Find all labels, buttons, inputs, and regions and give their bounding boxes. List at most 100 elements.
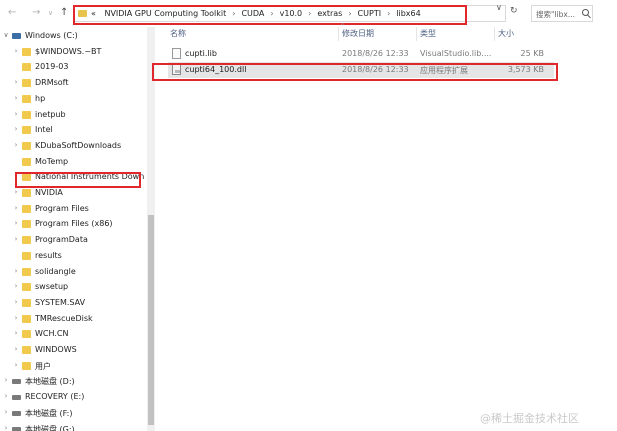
column-header-size[interactable]: 大小	[498, 28, 514, 42]
nav-item[interactable]: › DRMsoft	[0, 76, 146, 91]
nav-item[interactable]: › inetpub	[0, 108, 146, 123]
search-input[interactable]: 搜索"libx...	[531, 5, 593, 22]
column-divider[interactable]	[494, 27, 495, 41]
forward-button[interactable]: →	[32, 8, 40, 18]
chevron-right-icon[interactable]: ›	[12, 141, 20, 149]
breadcrumb-separator[interactable]: ›	[232, 9, 235, 18]
nav-item-label: TMRescueDisk	[35, 313, 93, 323]
chevron-right-icon[interactable]: ›	[12, 345, 20, 353]
nav-item[interactable]: › 本地磁盘 (G:)	[0, 422, 146, 431]
chevron-right-icon[interactable]: ›	[12, 110, 20, 118]
chevron-down-icon[interactable]: ∨	[2, 31, 10, 39]
column-header-type[interactable]: 类型	[420, 28, 436, 42]
refresh-icon[interactable]: ↻	[510, 7, 518, 16]
nav-item[interactable]: › NVIDIA	[0, 186, 146, 201]
nav-item[interactable]: › hp	[0, 92, 146, 107]
folder-icon	[22, 251, 31, 260]
nav-item[interactable]: MoTemp	[0, 155, 146, 170]
folder-icon	[22, 346, 31, 354]
drive-icon	[12, 379, 21, 385]
nav-item[interactable]: › 本地磁盘 (D:)	[0, 374, 146, 389]
chevron-right-icon[interactable]: ›	[2, 408, 10, 416]
nav-item[interactable]: › 用户	[0, 359, 146, 374]
chevron-right-icon[interactable]: ›	[12, 235, 20, 243]
chevron-right-icon[interactable]: ›	[12, 219, 20, 227]
chevron-right-icon[interactable]: ›	[12, 172, 20, 180]
nav-item-label: inetpub	[35, 109, 66, 119]
chevron-right-icon[interactable]: ›	[12, 267, 20, 275]
nav-item-label: ProgramData	[35, 235, 88, 245]
breadcrumb-cuda[interactable]: CUDA	[241, 9, 264, 18]
navigation-pane: ∨ Windows (C:) › $WINDOWS.~BT 2019-03 › DRMsof…	[0, 27, 155, 431]
chevron-right-icon[interactable]: ›	[12, 188, 20, 196]
breadcrumb-v10[interactable]: v10.0	[280, 9, 303, 18]
nav-item[interactable]: › solidangle	[0, 265, 146, 280]
chevron-right-icon[interactable]: ›	[2, 376, 10, 384]
chevron-right-icon[interactable]: ›	[12, 361, 20, 369]
breadcrumb-separator[interactable]: ›	[387, 9, 390, 18]
nav-item[interactable]: › Intel	[0, 123, 146, 138]
nav-item-label: 本地磁盘 (G:)	[25, 424, 75, 431]
chevron-right-icon[interactable]: ›	[12, 282, 20, 290]
chevron-right-icon[interactable]: ›	[12, 298, 20, 306]
column-header-name[interactable]: 名称	[170, 28, 186, 42]
breadcrumb-separator[interactable]: ›	[308, 9, 311, 18]
column-divider[interactable]	[338, 27, 339, 41]
nav-item-label: SYSTEM.SAV	[35, 297, 86, 307]
nav-item[interactable]: › WCH.CN	[0, 327, 146, 342]
nav-scrollbar-thumb[interactable]	[148, 215, 154, 425]
breadcrumb-separator[interactable]: ›	[348, 9, 351, 18]
drive-icon	[12, 410, 21, 416]
nav-item[interactable]: › Program Files (x86)	[0, 217, 146, 232]
breadcrumb-root[interactable]: «	[91, 9, 96, 18]
nav-item[interactable]: › RECOVERY (E:)	[0, 390, 146, 405]
recent-locations-button[interactable]: ∨	[48, 8, 53, 18]
nav-item[interactable]: ∨ Windows (C:)	[0, 29, 146, 44]
breadcrumb-separator[interactable]: ›	[270, 9, 273, 18]
nav-item-label: swsetup	[35, 282, 69, 292]
nav-item[interactable]: › WINDOWS	[0, 343, 146, 358]
chevron-right-icon[interactable]: ›	[12, 125, 20, 133]
nav-item[interactable]: › TMRescueDisk	[0, 312, 146, 327]
chevron-right-icon[interactable]: ›	[12, 78, 20, 86]
nav-item[interactable]: › KDubaSoftDownloads	[0, 139, 146, 154]
file-size: 3,573 KB	[507, 65, 544, 74]
file-row-cupti-lib[interactable]: cupti.lib 2018/8/26 12:33 VisualStudio.l…	[168, 46, 554, 62]
nav-item-label: WINDOWS	[35, 345, 77, 354]
nav-item[interactable]: › SYSTEM.SAV	[0, 296, 146, 311]
nav-item[interactable]: › 本地磁盘 (F:)	[0, 406, 146, 421]
breadcrumb-extras[interactable]: extras	[317, 9, 342, 18]
chevron-right-icon[interactable]: ›	[2, 424, 10, 431]
breadcrumb-nvidia-gpu-computing-toolkit[interactable]: NVIDIA GPU Computing Toolkit	[104, 9, 226, 18]
chevron-right-icon[interactable]: ›	[12, 94, 20, 102]
nav-item[interactable]: › National Instruments Down	[0, 170, 146, 185]
chevron-right-icon[interactable]: ›	[12, 204, 20, 212]
folder-icon	[22, 361, 31, 370]
nav-item[interactable]: › swsetup	[0, 280, 146, 295]
nav-item-label: National Instruments Down	[35, 172, 145, 182]
file-row-cupti64-dll[interactable]: cupti64_100.dll 2018/8/26 12:33 应用程序扩展 3…	[168, 62, 554, 78]
file-type: 应用程序扩展	[420, 66, 468, 75]
chevron-right-icon[interactable]: ›	[12, 47, 20, 55]
nav-item[interactable]: › $WINDOWS.~BT	[0, 45, 146, 60]
search-icon[interactable]	[582, 9, 589, 16]
breadcrumb-libx64[interactable]: libx64	[396, 9, 420, 18]
back-button[interactable]: ←	[8, 8, 16, 18]
address-bar[interactable]: « NVIDIA GPU Computing Toolkit › CUDA › v10.…	[73, 5, 506, 22]
folder-icon	[22, 204, 31, 213]
chevron-right-icon[interactable]: ›	[12, 329, 20, 337]
nav-item[interactable]: › Program Files	[0, 202, 146, 217]
breadcrumb-cupti[interactable]: CUPTI	[358, 9, 382, 18]
address-dropdown-button[interactable]: ∨	[496, 3, 502, 12]
chevron-right-icon[interactable]: ›	[2, 392, 10, 400]
up-button[interactable]: ↑	[60, 8, 68, 18]
folder-icon	[78, 10, 87, 17]
nav-item[interactable]: results	[0, 249, 146, 264]
nav-item-label: 2019-03	[35, 62, 69, 72]
column-header-date[interactable]: 修改日期	[342, 28, 374, 42]
column-divider[interactable]	[416, 27, 417, 41]
chevron-right-icon[interactable]: ›	[12, 314, 20, 322]
folder-icon	[22, 189, 31, 197]
nav-item[interactable]: 2019-03	[0, 60, 146, 75]
nav-item[interactable]: › ProgramData	[0, 233, 146, 248]
